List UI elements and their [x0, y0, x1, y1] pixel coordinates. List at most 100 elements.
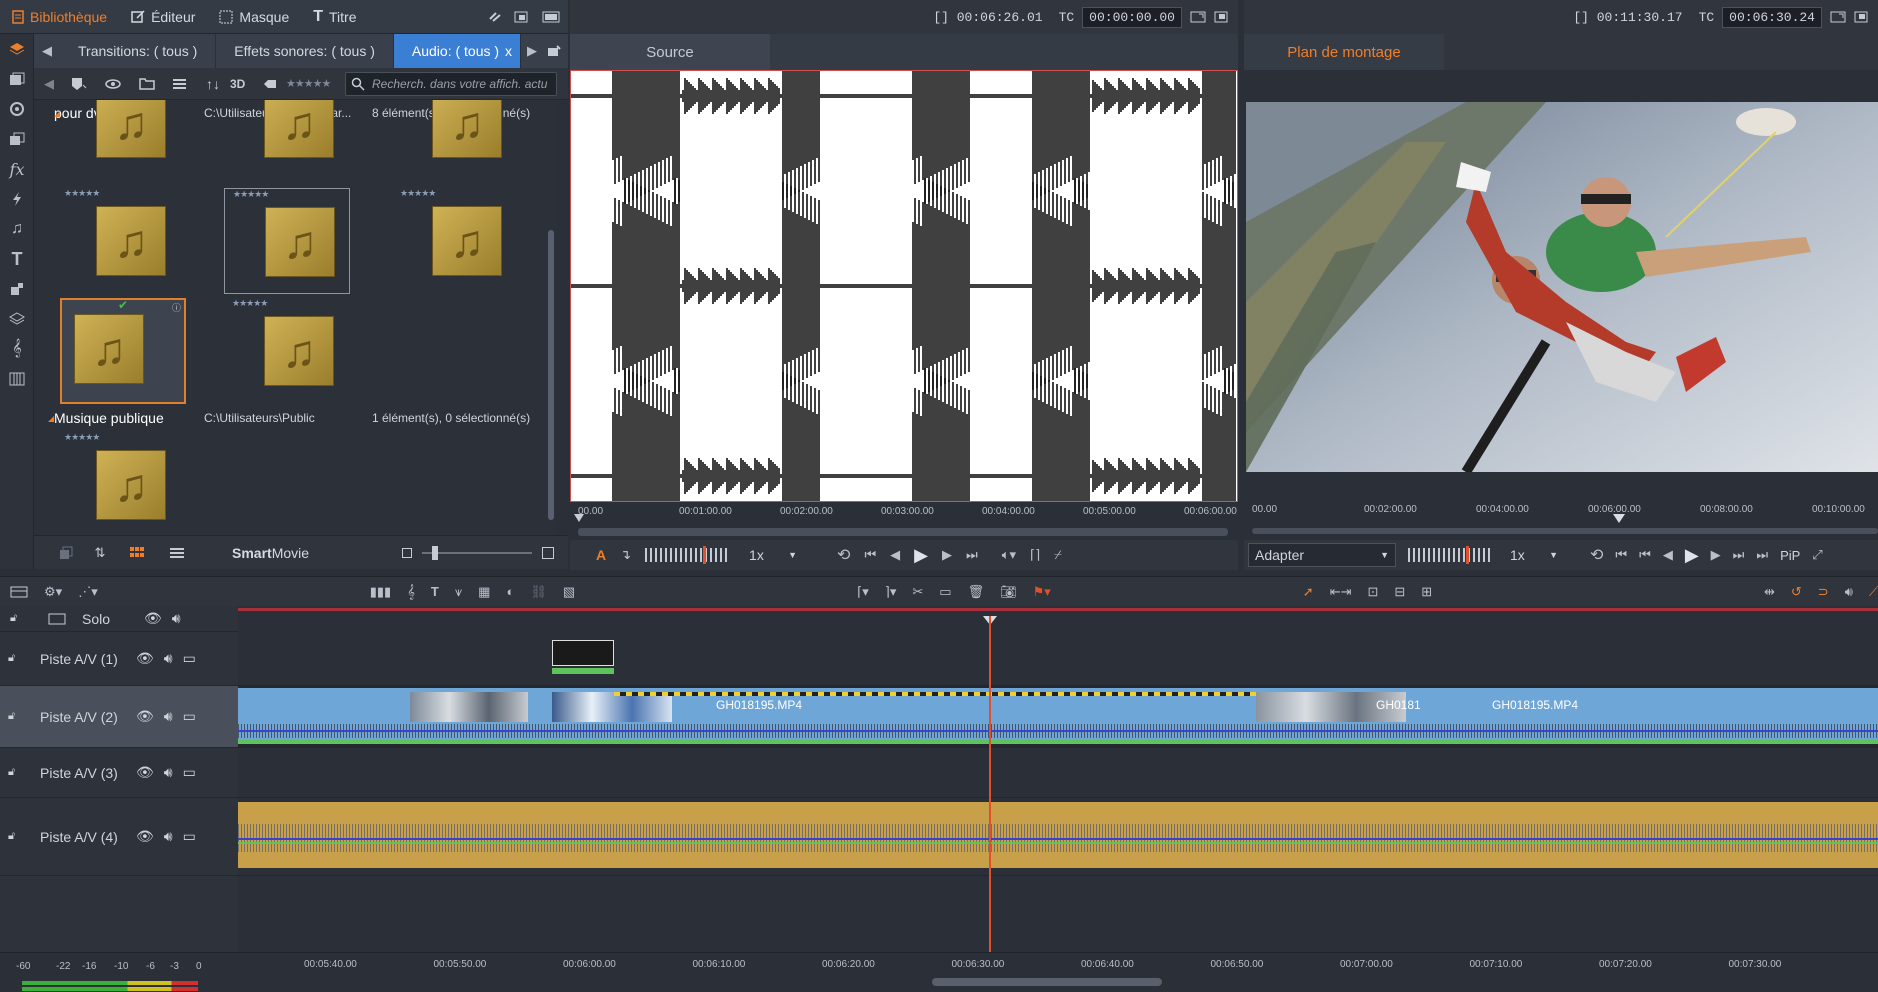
preview-ruler[interactable]: 00.00 00:02:00.00 00:04:00.00 00:06:00.00 00… [1244, 498, 1878, 540]
eye-icon[interactable]: 👁︎ [144, 610, 162, 627]
source-scrubber-track[interactable] [578, 528, 1228, 536]
go-to-start-icon[interactable]: ⏮ [1639, 547, 1651, 563]
detach-icon[interactable] [1854, 11, 1868, 23]
previous-clip-icon[interactable]: ⏮ [1615, 547, 1627, 563]
slider-knob[interactable] [432, 545, 438, 560]
tab-transitions[interactable]: Transitions: ( tous ) [60, 34, 217, 68]
step-forward-icon[interactable]: ▶ [942, 547, 952, 563]
rating-stars[interactable]: ★★★★★ [64, 188, 100, 199]
3d-filter-button[interactable]: 3D [230, 77, 254, 91]
marker-out-icon[interactable]: ⌉▾ [885, 584, 897, 600]
detach-icon[interactable] [1214, 11, 1228, 23]
go-to-start-icon[interactable]: ⏮ [864, 547, 876, 563]
step-back-icon[interactable]: ◀ [1663, 547, 1673, 563]
tab-editor[interactable]: Éditeur [119, 0, 207, 34]
track-header[interactable]: 🔓︎ Piste A/V (2) 👁︎ 🔊︎ ▭ [0, 686, 238, 748]
scroll-thumb[interactable] [548, 230, 554, 520]
mark-in-icon[interactable]: ⌈⌉ [1030, 547, 1040, 563]
link-tool-icon[interactable]: ⛓ [530, 584, 547, 600]
preview-speed-select[interactable]: 1x ▼ [1504, 543, 1564, 567]
category-disc-icon[interactable] [0, 94, 34, 124]
magnet-icon[interactable]: ⊃ [1818, 584, 1829, 600]
category-piano-icon[interactable] [0, 364, 34, 394]
settings-gear-icon[interactable]: ⚙▾ [44, 584, 62, 600]
storyboard-icon[interactable] [10, 586, 28, 598]
clear-marks-icon[interactable]: ⌿ [1054, 547, 1062, 563]
audio-mixer-icon[interactable]: ▮▮▮ [370, 584, 391, 600]
audio-mode-icon[interactable]: A [596, 547, 606, 563]
track-header[interactable]: 🔓︎ Piste A/V (4) 👁︎ 🔊︎ ▭ [0, 798, 238, 876]
audio-item[interactable]: ♫ [56, 100, 182, 176]
step-forward-icon[interactable]: ▶ [1711, 547, 1721, 563]
source-playhead-marker[interactable] [574, 514, 584, 522]
loop-icon[interactable]: ⟲ [837, 545, 850, 565]
eye-icon[interactable]: 👁︎ [136, 708, 154, 725]
audio-item[interactable]: ★★★★★ ♫ [392, 188, 518, 294]
source-timecode[interactable]: 00:00:00.00 [1082, 6, 1182, 28]
insert-icon[interactable]: ↴ [620, 547, 631, 563]
marker-in-icon[interactable]: ⌈▾ [857, 584, 869, 600]
lock-icon[interactable]: 🔓︎ [10, 612, 17, 625]
rating-stars[interactable]: ★★★★★ [233, 189, 269, 200]
monitor-icon[interactable]: ▭ [183, 828, 196, 845]
go-to-end-icon[interactable]: ⏭ [966, 547, 978, 563]
ripple-icon[interactable]: ⇹ [1764, 584, 1775, 600]
razor-icon[interactable]: ✂ [912, 584, 923, 600]
play-icon[interactable]: ▶ [1685, 545, 1699, 566]
color-tool-icon[interactable]: ◐ [506, 584, 514, 599]
track-header[interactable]: 🔓︎ Piste A/V (3) 👁︎ 🔊︎ ▭ [0, 748, 238, 798]
track-lane-3[interactable] [238, 748, 1878, 798]
lock-icon[interactable]: 🔓︎ [8, 830, 15, 843]
split-icon[interactable]: ▭ [939, 584, 951, 600]
audio-item[interactable]: ★★★★★ ♫ [56, 432, 182, 535]
step-back-icon[interactable]: ◀ [890, 547, 900, 563]
category-media-icon[interactable] [0, 34, 34, 64]
eye-icon[interactable] [98, 78, 128, 89]
rating-stars[interactable]: ★★★★★ [400, 188, 436, 199]
library-scrollbar[interactable] [544, 100, 558, 535]
tabs-scroll-left-icon[interactable]: ◀ [34, 43, 60, 59]
link-icon[interactable] [482, 11, 508, 23]
grid-view-icon[interactable] [122, 546, 152, 559]
group-header-musique-publique[interactable]: ◢ Musique publique C:\Utilisateurs\Publi… [34, 407, 544, 429]
monitor-icon[interactable]: ▭ [183, 650, 196, 667]
title-tool-icon[interactable]: T [431, 584, 439, 599]
details-view-icon[interactable] [162, 547, 192, 559]
snapshot-icon[interactable]: 📷︎ [1000, 584, 1017, 600]
export-frame-icon[interactable] [1190, 11, 1206, 23]
audio-item-selected[interactable]: ✔ ⓘ ♫ [60, 298, 186, 404]
monitor-icon[interactable]: ▭ [183, 708, 196, 725]
timeline-scrollbar[interactable] [932, 978, 1162, 986]
source-speed-select[interactable]: 1x ▼ [743, 543, 803, 567]
source-audio-waveform[interactable] [570, 70, 1238, 502]
rating-filter[interactable]: ★★★★★ [286, 77, 331, 90]
category-montage-icon[interactable] [0, 184, 34, 214]
tabs-scroll-right-icon[interactable]: ▶ [521, 43, 543, 59]
category-overlay-icon[interactable] [0, 274, 34, 304]
selection-tool-icon[interactable]: ➚ [1303, 584, 1314, 600]
slip-tool-icon[interactable]: ⊡ [1367, 584, 1378, 600]
picture-tool-icon[interactable]: ▧ [563, 584, 575, 600]
preview-timecode[interactable]: 00:06:30.24 [1722, 6, 1822, 28]
shuttle-control[interactable] [1408, 546, 1492, 564]
track-lane-4[interactable] [238, 798, 1878, 876]
delete-icon[interactable]: 🗑︎ [968, 584, 985, 600]
thumb-size-small-icon[interactable] [402, 547, 412, 558]
fit-timeline-icon[interactable]: ⊞ [1421, 584, 1432, 600]
fit-select[interactable]: Adapter ▼ [1248, 543, 1396, 567]
source-ruler[interactable]: 00.00 00:01:00.00 00:02:00.00 00:03:00.00 00… [570, 502, 1238, 540]
tag-icon[interactable] [258, 79, 282, 89]
lock-icon[interactable]: 🔓︎ [8, 766, 15, 779]
export-frame-icon[interactable] [1830, 11, 1846, 23]
monitor-icon[interactable]: ▭ [183, 764, 196, 781]
tab-mask[interactable]: Masque [207, 0, 301, 34]
play-icon[interactable]: ▶ [914, 545, 928, 566]
speaker-icon[interactable]: 🔊︎ [164, 708, 173, 725]
collapse-triangle-icon[interactable]: ◢ [48, 414, 54, 423]
speaker-icon[interactable]: 🔊︎ [164, 828, 173, 845]
tab-library[interactable]: Bibliothèque [0, 0, 119, 34]
category-layers-icon[interactable] [0, 304, 34, 334]
tab-timeline-preview[interactable]: Plan de montage [1244, 34, 1444, 70]
shuttle-control[interactable] [645, 546, 730, 564]
tab-source[interactable]: Source [570, 34, 770, 70]
